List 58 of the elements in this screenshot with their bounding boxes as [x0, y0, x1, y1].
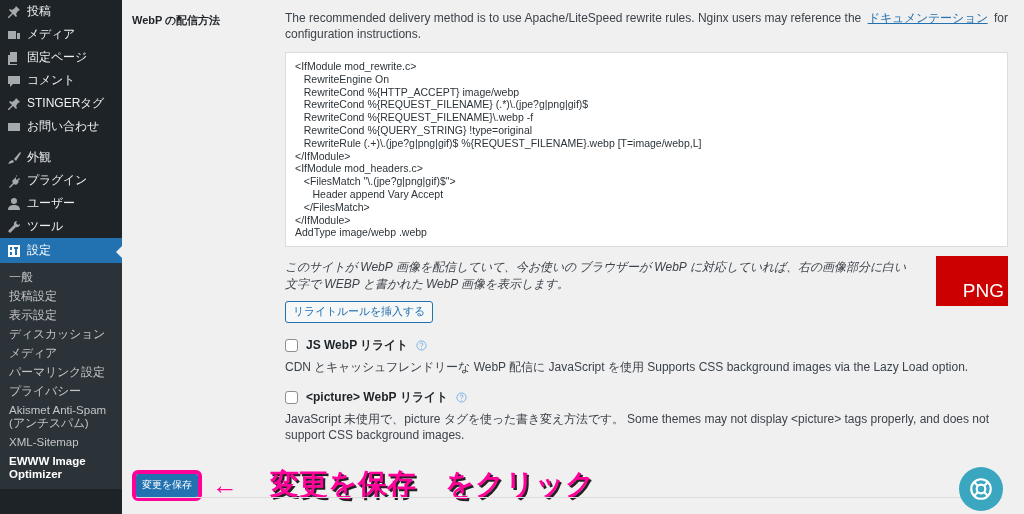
setting-label: WebP の配信方法: [132, 13, 222, 28]
menu-label: メディア: [27, 26, 75, 43]
sidebar-item[interactable]: 投稿: [0, 0, 122, 23]
sliders-icon: [7, 243, 21, 258]
sidebar-item[interactable]: プラグイン: [0, 169, 122, 192]
menu-label: 外観: [27, 149, 51, 166]
pin-icon: [7, 96, 21, 111]
submenu-item[interactable]: Akismet Anti-Spam (アンチスパム): [0, 401, 122, 433]
documentation-link[interactable]: ドキュメンテーション: [867, 11, 988, 25]
sidebar-item[interactable]: ツール: [0, 215, 122, 238]
option-label: <picture> WebP リライト: [306, 389, 448, 407]
menu-label: STINGERタグ: [27, 95, 105, 112]
menu-label: 投稿: [27, 3, 51, 20]
note-text: このサイトが WebP 画像を配信していて、今お使いの ブラウザーが WebP に対応していれば、右の画像部分に白い文字で WEBP と書かれた WebP 画像を表示します。: [285, 259, 907, 294]
menu-label: 設定: [27, 242, 51, 259]
menu-label: プラグイン: [27, 172, 87, 189]
submenu-item[interactable]: プライバシー: [0, 382, 122, 401]
menu-label: ユーザー: [27, 195, 75, 212]
sidebar-item[interactable]: コメント: [0, 69, 122, 92]
sample-image: PNG: [936, 256, 1008, 307]
user-icon: [7, 196, 21, 211]
wrench-icon: [7, 219, 21, 234]
checkbox[interactable]: [285, 391, 298, 405]
submenu-item[interactable]: パーマリンク設定: [0, 363, 122, 382]
submenu-item[interactable]: 一般: [0, 268, 122, 287]
menu-label: コメント: [27, 72, 75, 89]
plug-icon: [7, 173, 21, 188]
menu-label: ツール: [27, 218, 63, 235]
submenu-item[interactable]: メディア: [0, 344, 122, 363]
sidebar-item[interactable]: STINGERタグ: [0, 92, 122, 115]
sidebar-item[interactable]: 設定: [0, 238, 122, 263]
option-description: JavaScript 未使用で、picture タグを使った書き変え方法です。 Some themes may not display <picture> tags properly, and does not support CSS background images.: [285, 411, 991, 444]
submenu-item[interactable]: XML-Sitemap: [0, 433, 122, 452]
help-button[interactable]: [959, 467, 1003, 511]
help-icon[interactable]: [455, 392, 467, 404]
pin-icon: [7, 4, 21, 19]
menu-label: 固定ページ: [27, 49, 87, 66]
help-icon[interactable]: [416, 340, 428, 352]
checkbox[interactable]: [285, 339, 298, 353]
sidebar-item[interactable]: ユーザー: [0, 192, 122, 215]
insert-rules-button[interactable]: リライトルールを挿入する: [285, 301, 433, 324]
lifebuoy-icon: [968, 476, 994, 502]
submenu-item[interactable]: 投稿設定: [0, 287, 122, 306]
sidebar-item[interactable]: お問い合わせ: [0, 115, 122, 138]
submenu-item[interactable]: EWWW Image Optimizer: [0, 452, 122, 484]
menu-label: お問い合わせ: [27, 118, 99, 135]
submenu-item[interactable]: 表示設定: [0, 306, 122, 325]
sidebar-item[interactable]: 固定ページ: [0, 46, 122, 69]
submenu-item[interactable]: ディスカッション: [0, 325, 122, 344]
code-field[interactable]: <IfModule mod_rewrite.c> RewriteEngine On RewriteCond %{HTTP_ACCEPT} image/webp RewriteCond %{REQUEST_FILENAME} (.*)\.(jpe?g|png|gif)$ RewriteCond %{REQUEST_FILENAME}\.webp -f RewriteCond %{QUERY_STRING} !type=original RewriteRule (.+)\.(jpe?g|png|gif)$ %{REQUEST_FILENAME}.webp [T=image/webp,L] </IfModule> <IfModule mod_headers.c> <FilesMatch "\.(jpe?g|png|gif)$"> Header append Vary Accept </FilesMatch> </IfModule> AddType image/webp .webp: [285, 52, 1008, 248]
description-text: The recommended delivery method is to use Apache/LiteSpeed rewrite rules. Nginx users may reference the ドキュメンテーション for configuration instructions.: [285, 10, 1008, 42]
sidebar-item[interactable]: メディア: [0, 23, 122, 46]
option-description: CDN とキャッシュフレンドリーな WebP 配信に JavaScript を使用 Supports CSS background images via the Lazy Load option.: [285, 359, 970, 376]
arrow-annotation: ←: [212, 472, 238, 499]
sidebar-item[interactable]: 外観: [0, 146, 122, 169]
option-label: JS WebP リライト: [306, 337, 409, 355]
comment-icon: [7, 73, 21, 88]
brush-icon: [7, 150, 21, 165]
